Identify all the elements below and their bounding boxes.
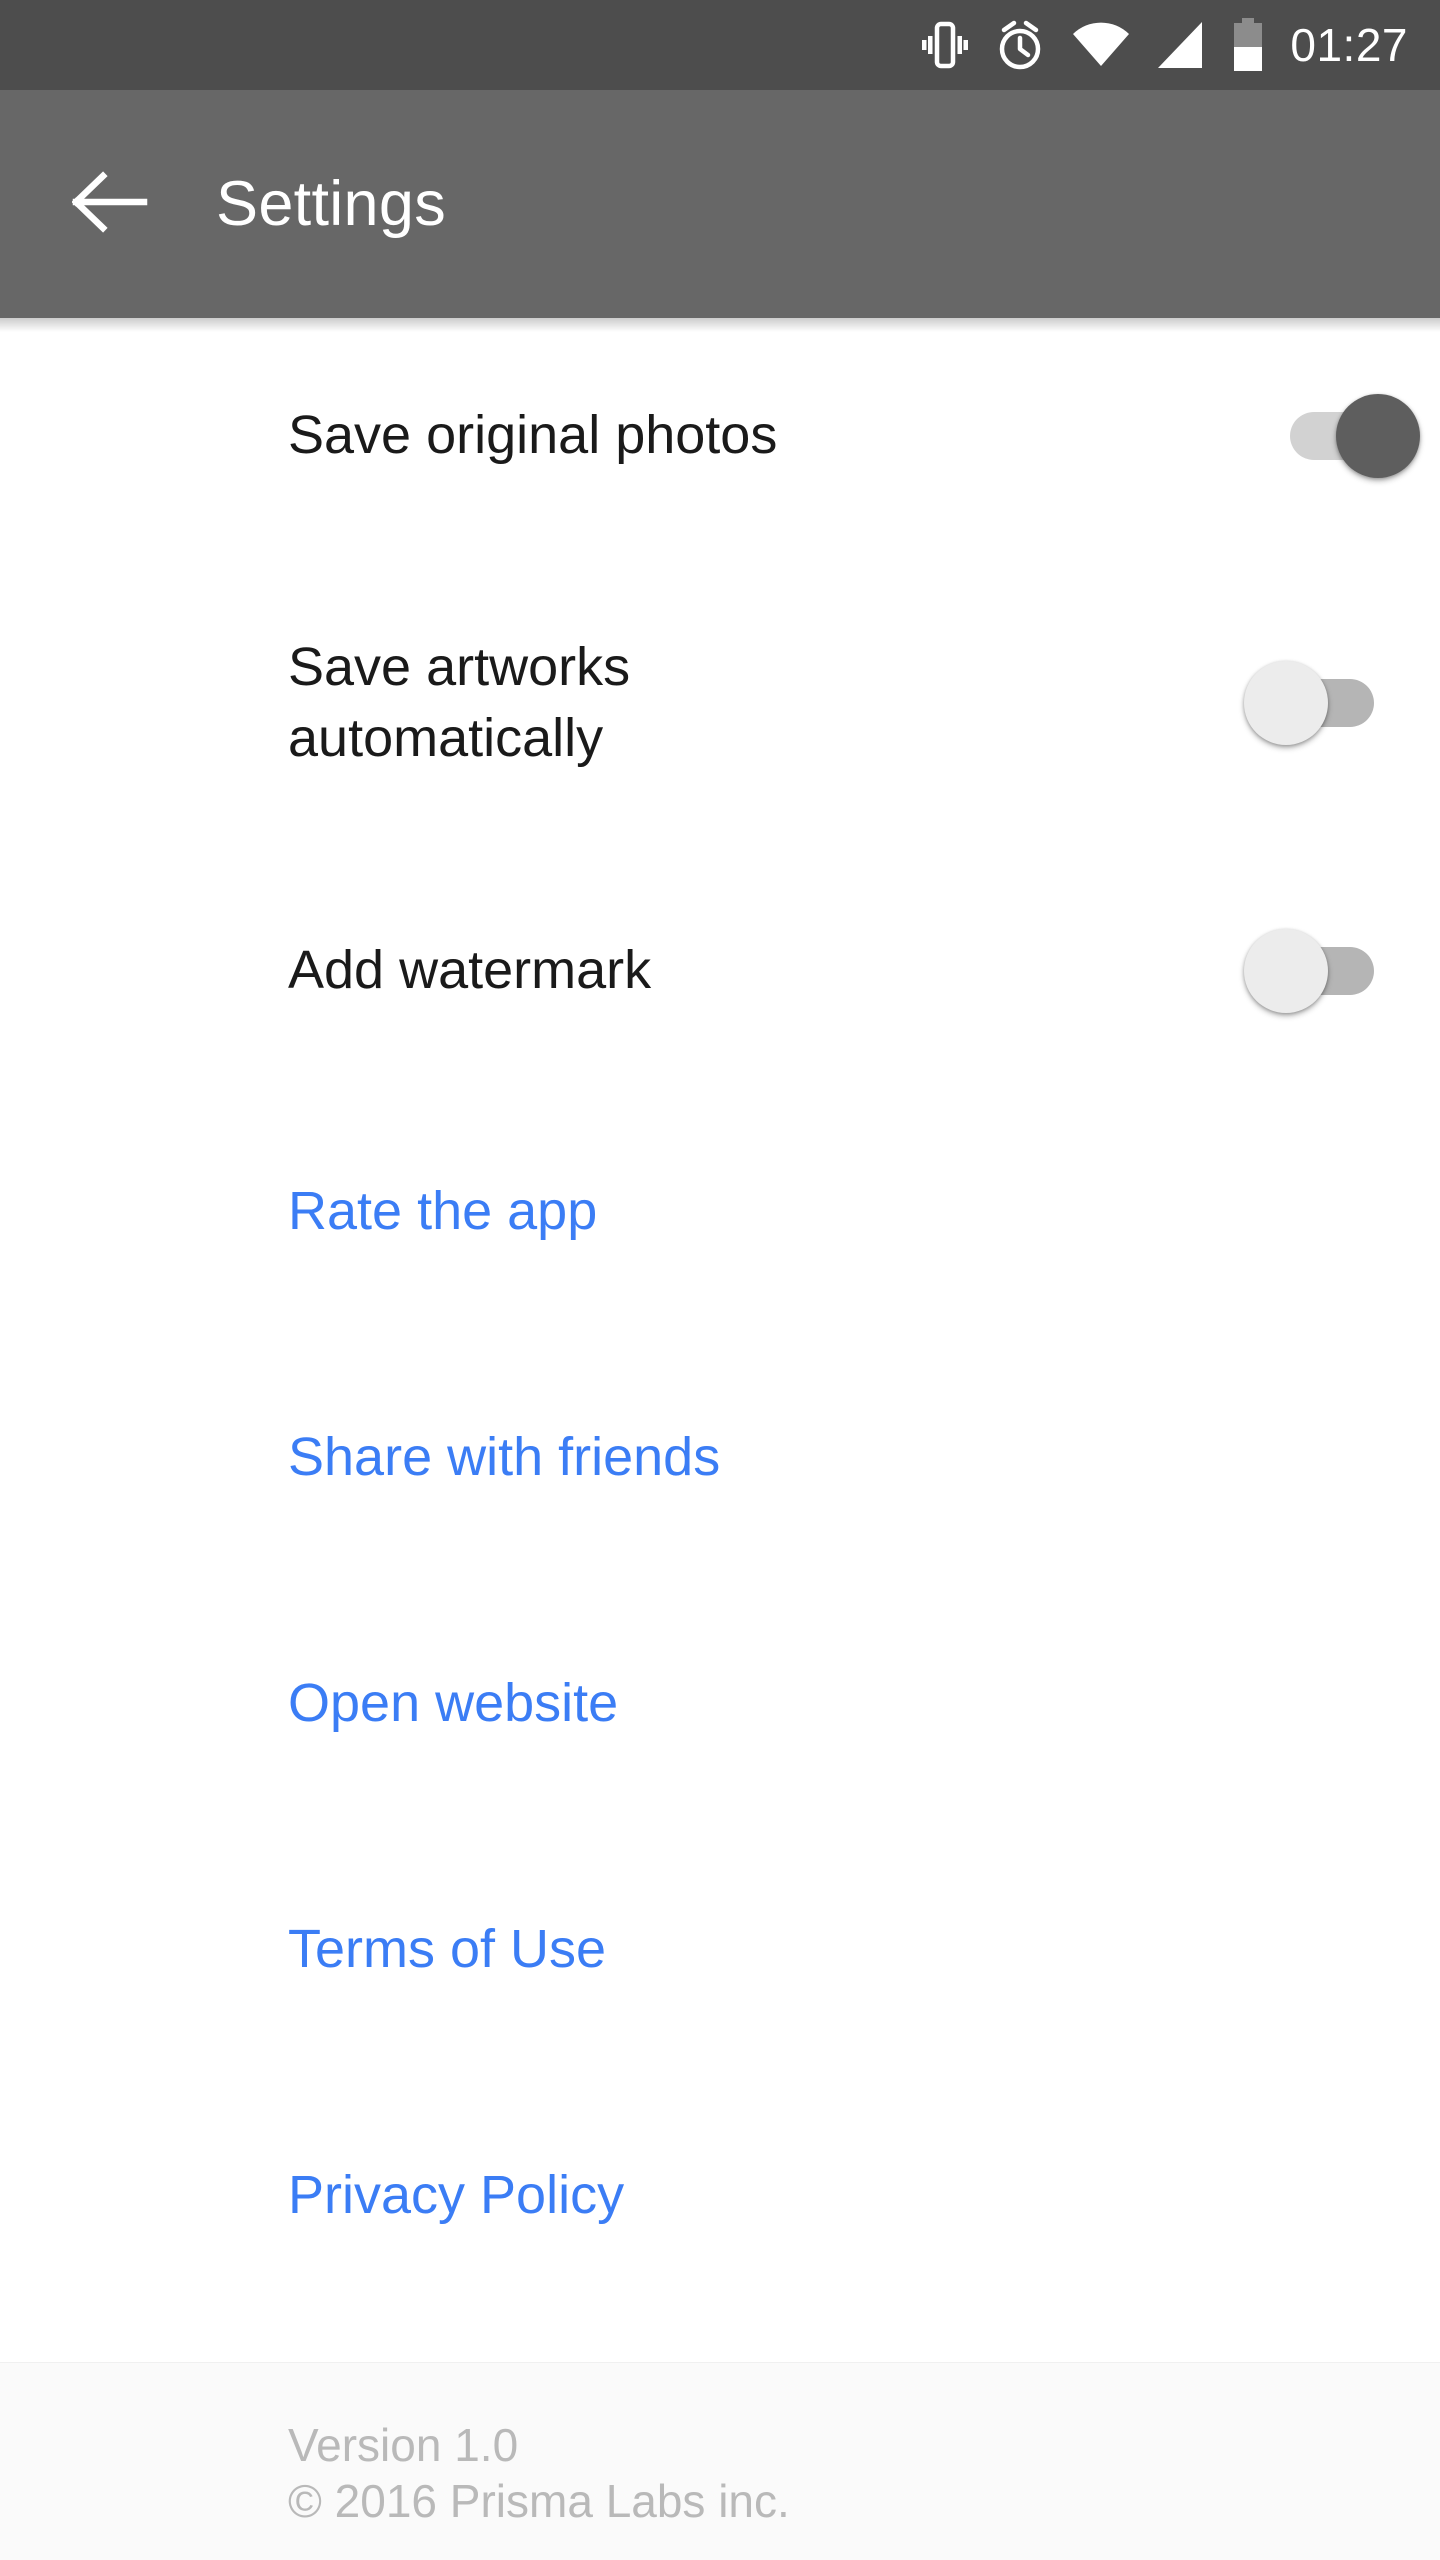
app-version: Version 1.0 xyxy=(288,2419,519,2471)
toggle-save-artworks-automatically[interactable] xyxy=(1244,661,1384,745)
link-label: Privacy Policy xyxy=(288,2164,625,2225)
setting-label: Add watermark xyxy=(288,939,652,1000)
wifi-icon xyxy=(1072,22,1130,68)
setting-row-add-watermark[interactable]: Add watermark xyxy=(0,853,1440,1088)
setting-row-save-original-photos[interactable]: Save original photos xyxy=(0,318,1440,553)
link-row-terms-of-use[interactable]: Terms of Use xyxy=(0,1826,1440,2072)
cellular-signal-icon xyxy=(1156,20,1206,70)
settings-list: Save original photos Save artworks autom… xyxy=(0,318,1440,2560)
back-button[interactable] xyxy=(30,124,190,284)
link-label: Open website xyxy=(288,1672,619,1733)
toggle-thumb xyxy=(1244,661,1328,745)
toggle-save-original-photos[interactable] xyxy=(1280,393,1420,478)
vibrate-icon xyxy=(922,20,969,70)
footer: Version 1.0 © 2016 Prisma Labs inc. xyxy=(0,2362,1440,2560)
link-label: Terms of Use xyxy=(288,1918,607,1979)
arrow-back-icon xyxy=(71,170,148,238)
link-row-share-with-friends[interactable]: Share with friends xyxy=(0,1334,1440,1580)
copyright: © 2016 Prisma Labs inc. xyxy=(288,2475,790,2528)
status-icon-group xyxy=(922,18,1264,72)
settings-screen: 01:27 Settings Save original photos Save… xyxy=(0,0,1440,2560)
toggle-thumb xyxy=(1336,393,1420,478)
link-label: Share with friends xyxy=(288,1426,721,1487)
setting-label: Save artworks automatically xyxy=(288,636,631,768)
setting-row-save-artworks-automatically[interactable]: Save artworks automatically xyxy=(0,553,1440,853)
link-label: Rate the app xyxy=(288,1180,598,1241)
status-bar-clock: 01:27 xyxy=(1290,19,1408,71)
link-row-open-website[interactable]: Open website xyxy=(0,1580,1440,1826)
page-title: Settings xyxy=(216,168,447,239)
toggle-thumb xyxy=(1244,928,1328,1013)
link-row-rate-the-app[interactable]: Rate the app xyxy=(0,1088,1440,1334)
toggle-add-watermark[interactable] xyxy=(1244,928,1384,1013)
alarm-icon xyxy=(994,18,1046,72)
setting-label: Save original photos xyxy=(288,404,778,465)
app-bar: Settings xyxy=(0,90,1440,318)
link-row-privacy-policy[interactable]: Privacy Policy xyxy=(0,2072,1440,2318)
status-bar: 01:27 xyxy=(0,0,1440,90)
battery-icon xyxy=(1232,18,1264,72)
